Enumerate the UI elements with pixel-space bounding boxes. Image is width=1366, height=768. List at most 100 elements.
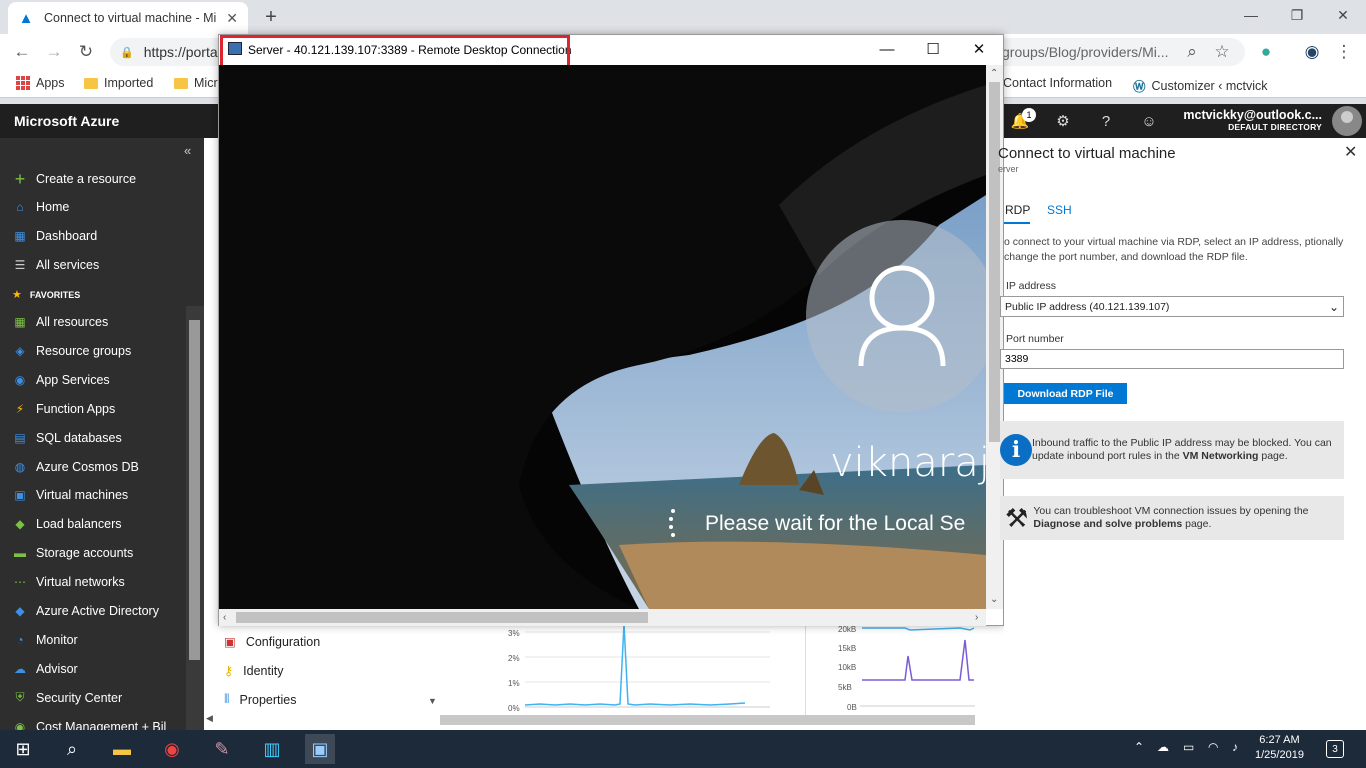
net-tick: 20kB (838, 625, 856, 634)
bookmark-imported[interactable]: Imported (84, 76, 153, 90)
service-icon: ☁ (14, 661, 26, 676)
info-inbound-traffic: i Inbound traffic to the Public IP addre… (1000, 421, 1344, 479)
sidebar-item-storage-accounts[interactable]: ▬ Storage accounts (0, 539, 186, 567)
sidebar-item-resource-groups[interactable]: ◈ Resource groups (0, 337, 186, 365)
account-info[interactable]: mctvickky@outlook.c... DEFAULT DIRECTORY (1183, 108, 1322, 132)
lock-icon: 🔒 (120, 46, 134, 59)
menu-scroll-down-icon[interactable]: ▼ (428, 696, 437, 706)
battery-icon[interactable]: ▭ (1183, 740, 1194, 754)
blade-close-icon[interactable]: ✕ (1344, 142, 1357, 162)
tray-chevron-icon[interactable]: ⌃ (1134, 740, 1144, 754)
sidebar-item-app-services[interactable]: ◉ App Services (0, 366, 186, 394)
extension-icon[interactable]: ● (1254, 40, 1278, 64)
net-tick: 10kB (838, 663, 856, 672)
forward-icon[interactable]: → (42, 40, 66, 64)
rdp-minimize-icon[interactable]: — (864, 36, 910, 62)
menu-item-configuration[interactable]: ▣ Configuration (224, 634, 320, 650)
sidebar-item-virtual-networks[interactable]: ⋯ Virtual networks (0, 568, 186, 596)
sidebar-item-azure-cosmos-db[interactable]: ◍ Azure Cosmos DB (0, 453, 186, 481)
bookmark-contact[interactable]: Contact Information (1003, 76, 1112, 90)
service-icon: ⋯ (14, 575, 26, 590)
taskbar-clock[interactable]: 6:27 AM 1/25/2019 (1255, 733, 1304, 763)
apps-grid-icon (16, 76, 30, 90)
menu-item-identity[interactable]: ⚷ Identity (224, 663, 283, 679)
key-icon: ⚷ (224, 664, 234, 678)
star-icon: ★ (12, 289, 22, 301)
action-center-icon[interactable]: 3 (1326, 740, 1344, 758)
search-icon[interactable]: ⌕ (57, 734, 87, 764)
sidebar-item-all-resources[interactable]: ▦ All resources (0, 308, 186, 336)
cpu-tick: 0% (508, 704, 520, 713)
scroll-up-icon[interactable]: ⌃ (990, 68, 998, 79)
dashboard-icon: ▦ (14, 229, 26, 243)
sidebar-item-monitor[interactable]: ◔ Monitor (0, 626, 186, 654)
sidebar-item-load-balancers[interactable]: ◆ Load balancers (0, 510, 186, 538)
bookmark-micro[interactable]: Micr (174, 76, 218, 90)
onedrive-icon[interactable]: ☁ (1157, 740, 1169, 754)
rdp-maximize-icon[interactable]: ☐ (910, 36, 956, 62)
close-window-icon[interactable]: ✕ (1320, 0, 1366, 30)
tools-icon: ⚒ (1005, 502, 1029, 533)
sidebar-item-azure-active-directory[interactable]: ◆ Azure Active Directory (0, 597, 186, 625)
sidebar-scroll-thumb[interactable] (189, 320, 200, 660)
new-tab-button[interactable]: + (258, 4, 284, 30)
ip-address-select[interactable]: Public IP address (40.121.139.107) ⌄ (1000, 296, 1344, 317)
port-number-input[interactable] (1000, 349, 1344, 369)
chrome-icon[interactable]: ◉ (157, 734, 187, 764)
cpu-tick: 2% (508, 654, 520, 663)
account-email: mctvickky@outlook.c... (1183, 108, 1322, 122)
scroll-right-icon[interactable]: › (975, 612, 978, 623)
server-manager-icon[interactable]: ▥ (257, 734, 287, 764)
sidebar-item-security-center[interactable]: ⛨ Security Center (0, 684, 186, 712)
vm-networking-link[interactable]: VM Networking (1183, 450, 1259, 462)
settings-gear-icon[interactable]: ⚙ (1052, 110, 1074, 132)
service-icon: ◆ (15, 604, 25, 618)
sidebar-item-home[interactable]: ⌂ Home (0, 193, 186, 221)
sidebar-item-function-apps[interactable]: ⚡ Function Apps (0, 395, 186, 423)
scroll-left-icon[interactable]: ‹ (223, 612, 226, 623)
wordpress-icon: Ⓦ (1133, 80, 1146, 94)
scroll-down-icon[interactable]: ⌄ (990, 594, 998, 605)
bookmark-customizer[interactable]: Ⓦ Customizer ‹ mctvick (1133, 76, 1268, 95)
tab-close-icon[interactable]: ✕ (226, 10, 238, 27)
title-highlight-box (220, 35, 570, 68)
sidebar-item-all-services[interactable]: ☰ All services (0, 251, 186, 279)
diagnose-link[interactable]: Diagnose and solve problems (1033, 518, 1182, 530)
volume-icon[interactable]: ♪ (1232, 740, 1238, 754)
azure-brand[interactable]: Microsoft Azure (14, 113, 119, 129)
restore-icon[interactable]: ❐ (1274, 0, 1320, 30)
sidebar-item-virtual-machines[interactable]: ▣ Virtual machines (0, 481, 186, 509)
browser-tab[interactable]: ▲ Connect to virtual machine - Mic ✕ (8, 2, 248, 34)
notification-badge: 1 (1022, 108, 1036, 122)
menu-icon[interactable]: ⋮ (1332, 40, 1356, 64)
help-icon[interactable]: ? (1095, 110, 1117, 132)
back-icon[interactable]: ← (10, 40, 34, 64)
avatar[interactable] (1332, 106, 1362, 136)
download-rdp-button[interactable]: Download RDP File (1004, 383, 1127, 404)
paint-icon[interactable]: ✎ (207, 734, 237, 764)
menu-item-properties[interactable]: ⦀ Properties (224, 692, 297, 707)
net-tick: 0B (847, 703, 857, 712)
sidebar-item-dashboard[interactable]: ▦ Dashboard (0, 222, 186, 250)
collapse-sidebar-icon[interactable]: « (184, 143, 191, 158)
minimize-icon[interactable]: — (1228, 0, 1274, 30)
profile-icon[interactable]: ◉ (1300, 40, 1324, 64)
tab-rdp[interactable]: RDP (1005, 203, 1030, 217)
wifi-icon[interactable]: ◠ (1208, 740, 1218, 754)
tab-ssh[interactable]: SSH (1047, 203, 1072, 217)
reload-icon[interactable]: ↻ (74, 40, 98, 64)
windows-start-icon[interactable]: ⊞ (8, 734, 38, 764)
zoom-icon[interactable]: ⌕ (1180, 40, 1204, 64)
hscroll-left-icon[interactable]: ◀ (206, 713, 213, 724)
rdp-hscroll-thumb[interactable] (236, 612, 648, 623)
feedback-smiley-icon[interactable]: ☺ (1138, 110, 1160, 132)
sidebar-item-advisor[interactable]: ☁ Advisor (0, 655, 186, 683)
bookmark-apps[interactable]: Apps (16, 76, 65, 90)
bookmark-star-icon[interactable]: ☆ (1210, 40, 1234, 64)
sidebar-item-sql-databases[interactable]: ▤ SQL databases (0, 424, 186, 452)
rdp-close-icon[interactable]: ✕ (956, 36, 1002, 62)
sidebar-item-create-resource[interactable]: + Create a resource (0, 165, 186, 193)
remote-desktop-taskbar-icon[interactable]: ▣ (305, 734, 335, 764)
rdp-vscroll-thumb[interactable] (989, 82, 1000, 442)
file-explorer-icon[interactable]: ▬ (107, 734, 137, 764)
